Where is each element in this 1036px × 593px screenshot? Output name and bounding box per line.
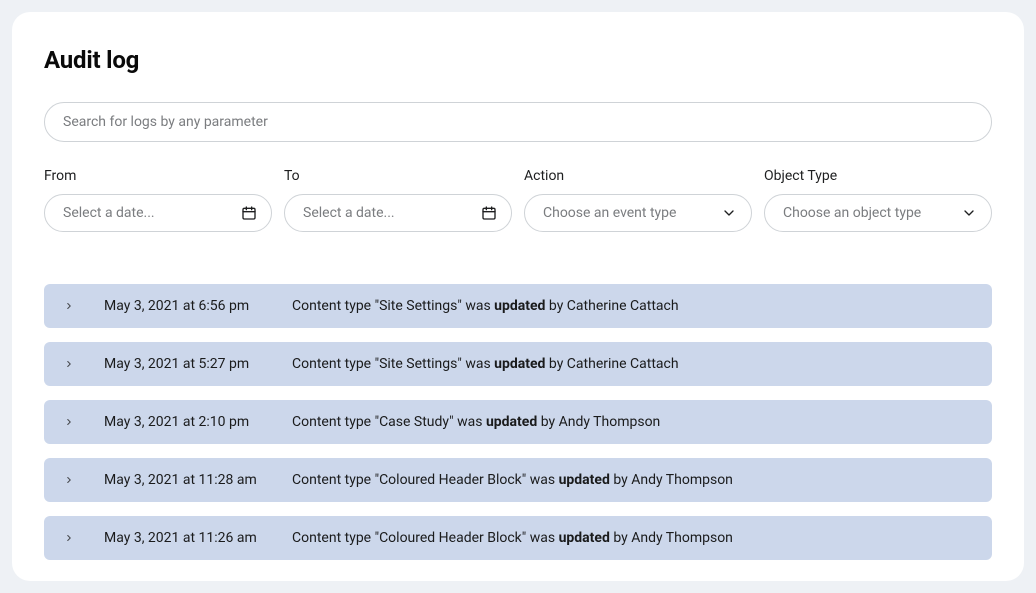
log-description-prefix: Content type "Case Study" was <box>292 414 486 430</box>
log-action-verb: updated <box>486 414 537 430</box>
calendar-icon <box>481 205 497 221</box>
log-description: Content type "Coloured Header Block" was… <box>292 472 733 488</box>
date-from-input[interactable]: Select a date... <box>44 194 272 232</box>
filter-bar: From Select a date... To Select a date..… <box>44 168 992 232</box>
log-description: Content type "Site Settings" was updated… <box>292 356 679 372</box>
chevron-right-icon <box>62 533 76 543</box>
log-row[interactable]: May 3, 2021 at 2:10 pm Content type "Case… <box>44 400 992 444</box>
chevron-right-icon <box>62 359 76 369</box>
search-input[interactable] <box>44 102 992 142</box>
filter-to-label: To <box>284 168 512 184</box>
object-type-select[interactable]: Choose an object type <box>764 194 992 232</box>
log-description-suffix: by Andy Thompson <box>610 530 733 546</box>
log-timestamp: May 3, 2021 at 5:27 pm <box>104 356 264 372</box>
log-timestamp: May 3, 2021 at 6:56 pm <box>104 298 264 314</box>
log-description-suffix: by Andy Thompson <box>610 472 733 488</box>
log-description-prefix: Content type "Coloured Header Block" was <box>292 472 559 488</box>
filter-object-label: Object Type <box>764 168 992 184</box>
chevron-right-icon <box>62 417 76 427</box>
filter-object: Object Type Choose an object type <box>764 168 992 232</box>
search-wrap <box>44 102 992 142</box>
log-description-prefix: Content type "Site Settings" was <box>292 356 494 372</box>
log-row[interactable]: May 3, 2021 at 11:26 am Content type "Col… <box>44 516 992 560</box>
action-placeholder: Choose an event type <box>543 205 676 221</box>
log-timestamp: May 3, 2021 at 11:28 am <box>104 472 264 488</box>
log-description-prefix: Content type "Site Settings" was <box>292 298 494 314</box>
log-row[interactable]: May 3, 2021 at 6:56 pm Content type "Site… <box>44 284 992 328</box>
object-type-placeholder: Choose an object type <box>783 205 921 221</box>
page-title: Audit log <box>44 46 992 74</box>
chevron-right-icon <box>62 475 76 485</box>
chevron-right-icon <box>62 301 76 311</box>
log-description: Content type "Site Settings" was updated… <box>292 298 679 314</box>
filter-to: To Select a date... <box>284 168 512 232</box>
log-description-suffix: by Andy Thompson <box>537 414 660 430</box>
log-row[interactable]: May 3, 2021 at 11:28 am Content type "Col… <box>44 458 992 502</box>
date-to-input[interactable]: Select a date... <box>284 194 512 232</box>
log-action-verb: updated <box>559 530 610 546</box>
filter-from: From Select a date... <box>44 168 272 232</box>
log-list: May 3, 2021 at 6:56 pm Content type "Site… <box>44 284 992 560</box>
date-to-placeholder: Select a date... <box>303 205 395 221</box>
audit-log-panel: Audit log From Select a date... To Selec… <box>12 12 1024 581</box>
log-action-verb: updated <box>559 472 610 488</box>
log-timestamp: May 3, 2021 at 11:26 am <box>104 530 264 546</box>
log-description-prefix: Content type "Coloured Header Block" was <box>292 530 559 546</box>
filter-action: Action Choose an event type <box>524 168 752 232</box>
chevron-down-icon <box>721 205 737 221</box>
log-description-suffix: by Catherine Cattach <box>545 298 678 314</box>
log-description: Content type "Case Study" was updated by… <box>292 414 660 430</box>
log-description: Content type "Coloured Header Block" was… <box>292 530 733 546</box>
log-description-suffix: by Catherine Cattach <box>545 356 678 372</box>
action-select[interactable]: Choose an event type <box>524 194 752 232</box>
log-timestamp: May 3, 2021 at 2:10 pm <box>104 414 264 430</box>
date-from-placeholder: Select a date... <box>63 205 155 221</box>
chevron-down-icon <box>961 205 977 221</box>
log-action-verb: updated <box>494 298 545 314</box>
log-row[interactable]: May 3, 2021 at 5:27 pm Content type "Site… <box>44 342 992 386</box>
filter-from-label: From <box>44 168 272 184</box>
calendar-icon <box>241 205 257 221</box>
filter-action-label: Action <box>524 168 752 184</box>
log-action-verb: updated <box>494 356 545 372</box>
